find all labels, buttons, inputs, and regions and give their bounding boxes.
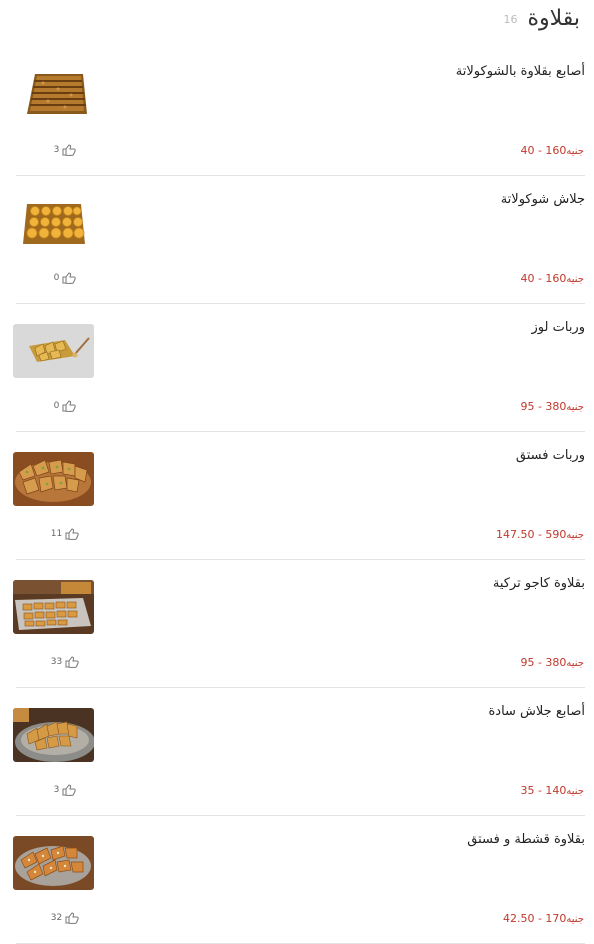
currency: جنيه: [566, 402, 584, 413]
product-name[interactable]: أصابع جلاش سادة: [488, 704, 585, 719]
product-item[interactable]: أصابع بقلاوة بالشوكولاتة 3 40 - 160 جنيه: [13, 48, 585, 176]
thumbs-up-icon[interactable]: [62, 400, 77, 412]
price-min: 147.50: [495, 528, 535, 541]
product-name[interactable]: جلاش شوكولاتة: [501, 192, 585, 207]
like-button[interactable]: 3: [42, 144, 88, 156]
price-max: 140: [545, 784, 567, 797]
thumbs-up-icon[interactable]: [65, 656, 79, 668]
section-header: 16 بقلاوة: [503, 6, 580, 38]
price-max: 160: [545, 272, 567, 285]
price-min: 40: [520, 272, 535, 285]
product-image[interactable]: [13, 196, 94, 250]
thumbs-up-icon[interactable]: [62, 144, 77, 156]
product-name[interactable]: بقلاوة قشطة و فستق: [467, 832, 585, 847]
currency: جنيه: [566, 274, 584, 285]
product-name[interactable]: وربات لوز: [532, 320, 585, 335]
product-image[interactable]: [13, 68, 94, 122]
like-button[interactable]: 32: [42, 912, 88, 924]
thumbs-up-icon[interactable]: [62, 784, 77, 796]
price-max: 380: [545, 656, 567, 669]
currency: جنيه: [566, 914, 584, 925]
like-count: 0: [53, 401, 60, 411]
currency: جنيه: [566, 658, 584, 669]
product-item[interactable]: أصابع جلاش سادة 3 35 - 140 جنيه: [13, 688, 585, 816]
price-max: 380: [545, 400, 567, 413]
product-item[interactable]: وربات لوز 0 95 - 380 جنيه: [13, 304, 585, 432]
product-name[interactable]: أصابع بقلاوة بالشوكولاتة: [456, 64, 585, 79]
product-item[interactable]: جلاش شوكولاتة 0 40 - 160 جنيه: [13, 176, 585, 304]
price-min: 42.50: [502, 912, 535, 925]
product-name[interactable]: بقلاوة كاجو تركية: [493, 576, 585, 591]
like-button[interactable]: 33: [42, 656, 88, 668]
price-min: 95: [520, 656, 535, 669]
thumbs-up-icon[interactable]: [62, 272, 77, 284]
like-count: 32: [50, 913, 63, 923]
product-name[interactable]: وربات فستق: [516, 448, 585, 463]
product-image[interactable]: [13, 836, 94, 890]
like-count: 3: [53, 145, 60, 155]
price-min: 40: [520, 144, 535, 157]
like-count: 3: [53, 785, 60, 795]
product-list: أصابع بقلاوة بالشوكولاتة 3 40 - 160 جنيه: [0, 48, 594, 944]
price-min: 35: [520, 784, 535, 797]
like-button[interactable]: 11: [42, 528, 88, 540]
price-range: 95 - 380 جنيه: [520, 400, 584, 413]
price-max: 160: [545, 144, 567, 157]
product-image[interactable]: [13, 452, 94, 506]
like-count: 33: [50, 657, 63, 667]
price-max: 170: [545, 912, 567, 925]
price-range: 40 - 160 جنيه: [520, 144, 584, 157]
product-item[interactable]: بقلاوة كاجو تركية 33 95 - 380 جنيه: [13, 560, 585, 688]
like-count: 11: [50, 529, 63, 539]
product-item[interactable]: بقلاوة قشطة و فستق 32 42.50 - 170 جنيه: [13, 816, 585, 944]
product-item[interactable]: وربات فستق 11 147.50 - 590 جنيه: [13, 432, 585, 560]
like-count: 0: [53, 273, 60, 283]
thumbs-up-icon[interactable]: [65, 912, 79, 924]
price-range: 147.50 - 590 جنيه: [495, 528, 584, 541]
currency: جنيه: [566, 146, 584, 157]
currency: جنيه: [566, 530, 584, 541]
like-button[interactable]: 3: [42, 784, 88, 796]
section-count: 16: [503, 13, 518, 26]
product-image[interactable]: [13, 708, 94, 762]
product-image[interactable]: [13, 324, 94, 378]
price-range: 42.50 - 170 جنيه: [502, 912, 584, 925]
section-title: بقلاوة: [527, 6, 580, 31]
price-range: 95 - 380 جنيه: [520, 656, 584, 669]
price-range: 40 - 160 جنيه: [520, 272, 584, 285]
like-button[interactable]: 0: [42, 272, 88, 284]
product-image[interactable]: [13, 580, 94, 634]
thumbs-up-icon[interactable]: [65, 528, 79, 540]
price-min: 95: [520, 400, 535, 413]
price-range: 35 - 140 جنيه: [520, 784, 584, 797]
currency: جنيه: [566, 786, 584, 797]
like-button[interactable]: 0: [42, 400, 88, 412]
price-max: 590: [545, 528, 567, 541]
